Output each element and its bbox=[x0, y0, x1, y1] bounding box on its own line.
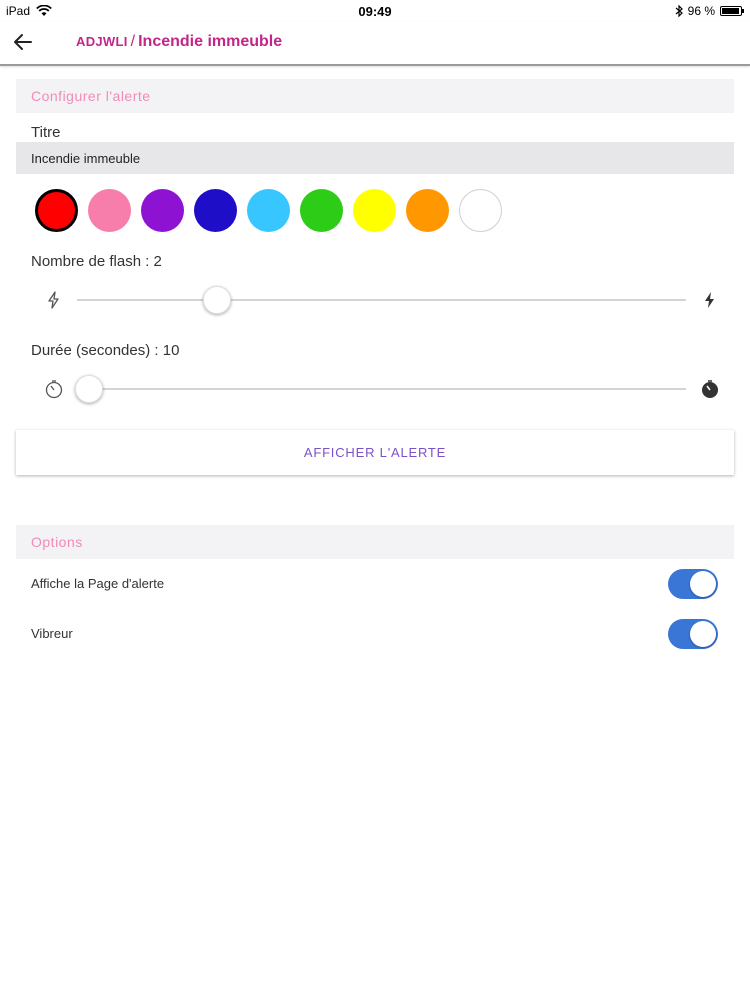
vibrate-toggle[interactable] bbox=[668, 619, 718, 649]
battery-percent: 96 % bbox=[687, 4, 715, 18]
option-label-alert-page: Affiche la Page d'alerte bbox=[31, 576, 165, 591]
toggle-knob bbox=[690, 621, 716, 647]
option-row-vibrate: Vibreur bbox=[16, 617, 734, 651]
title-input[interactable] bbox=[16, 142, 734, 174]
breadcrumb-group: ADJWLI bbox=[76, 34, 128, 49]
color-swatch[interactable] bbox=[459, 189, 502, 232]
alert-page-toggle[interactable] bbox=[668, 569, 718, 599]
color-swatch[interactable] bbox=[194, 189, 237, 232]
color-swatch[interactable] bbox=[247, 189, 290, 232]
flash-slider-track bbox=[77, 299, 686, 301]
alert-name: Incendie immeuble bbox=[138, 33, 283, 50]
color-swatch[interactable] bbox=[141, 189, 184, 232]
toggle-knob bbox=[690, 571, 716, 597]
flash-slider-thumb[interactable] bbox=[203, 286, 232, 314]
flash-slider[interactable] bbox=[40, 285, 720, 315]
timer-filled-icon bbox=[702, 380, 718, 398]
breadcrumb-separator: / bbox=[130, 33, 136, 50]
header-divider bbox=[0, 64, 750, 66]
color-swatch[interactable] bbox=[353, 189, 396, 232]
color-picker bbox=[35, 189, 502, 232]
title-label: Titre bbox=[31, 124, 61, 141]
bluetooth-icon bbox=[675, 5, 683, 17]
duration-label: Durée (secondes) : 10 bbox=[31, 342, 180, 359]
timer-outline-icon bbox=[45, 380, 63, 399]
color-swatch[interactable] bbox=[406, 189, 449, 232]
option-row-alert-page: Affiche la Page d'alerte bbox=[16, 567, 734, 601]
flash-outline-icon bbox=[48, 291, 59, 309]
option-label-vibrate: Vibreur bbox=[31, 626, 73, 641]
duration-slider-track bbox=[77, 388, 686, 390]
back-arrow-icon[interactable] bbox=[12, 31, 34, 53]
duration-slider-thumb[interactable] bbox=[75, 375, 104, 403]
show-alert-button[interactable]: AFFICHER L'ALERTE bbox=[16, 430, 734, 475]
flash-count-label: Nombre de flash : 2 bbox=[31, 253, 162, 270]
status-time: 09:49 bbox=[358, 4, 392, 19]
color-swatch[interactable] bbox=[300, 189, 343, 232]
status-bar: iPad 09:49 96 % bbox=[0, 0, 750, 22]
flash-filled-icon bbox=[705, 292, 714, 308]
app-header: ADJWLI / Incendie immeuble bbox=[0, 22, 750, 64]
battery-icon bbox=[720, 6, 744, 16]
section-header-options: Options bbox=[16, 525, 734, 559]
color-swatch[interactable] bbox=[35, 189, 78, 232]
color-swatch[interactable] bbox=[88, 189, 131, 232]
page-title: ADJWLI / Incendie immeuble bbox=[76, 33, 282, 51]
section-header-configure: Configurer l'alerte bbox=[16, 79, 734, 113]
duration-slider[interactable] bbox=[40, 374, 720, 404]
